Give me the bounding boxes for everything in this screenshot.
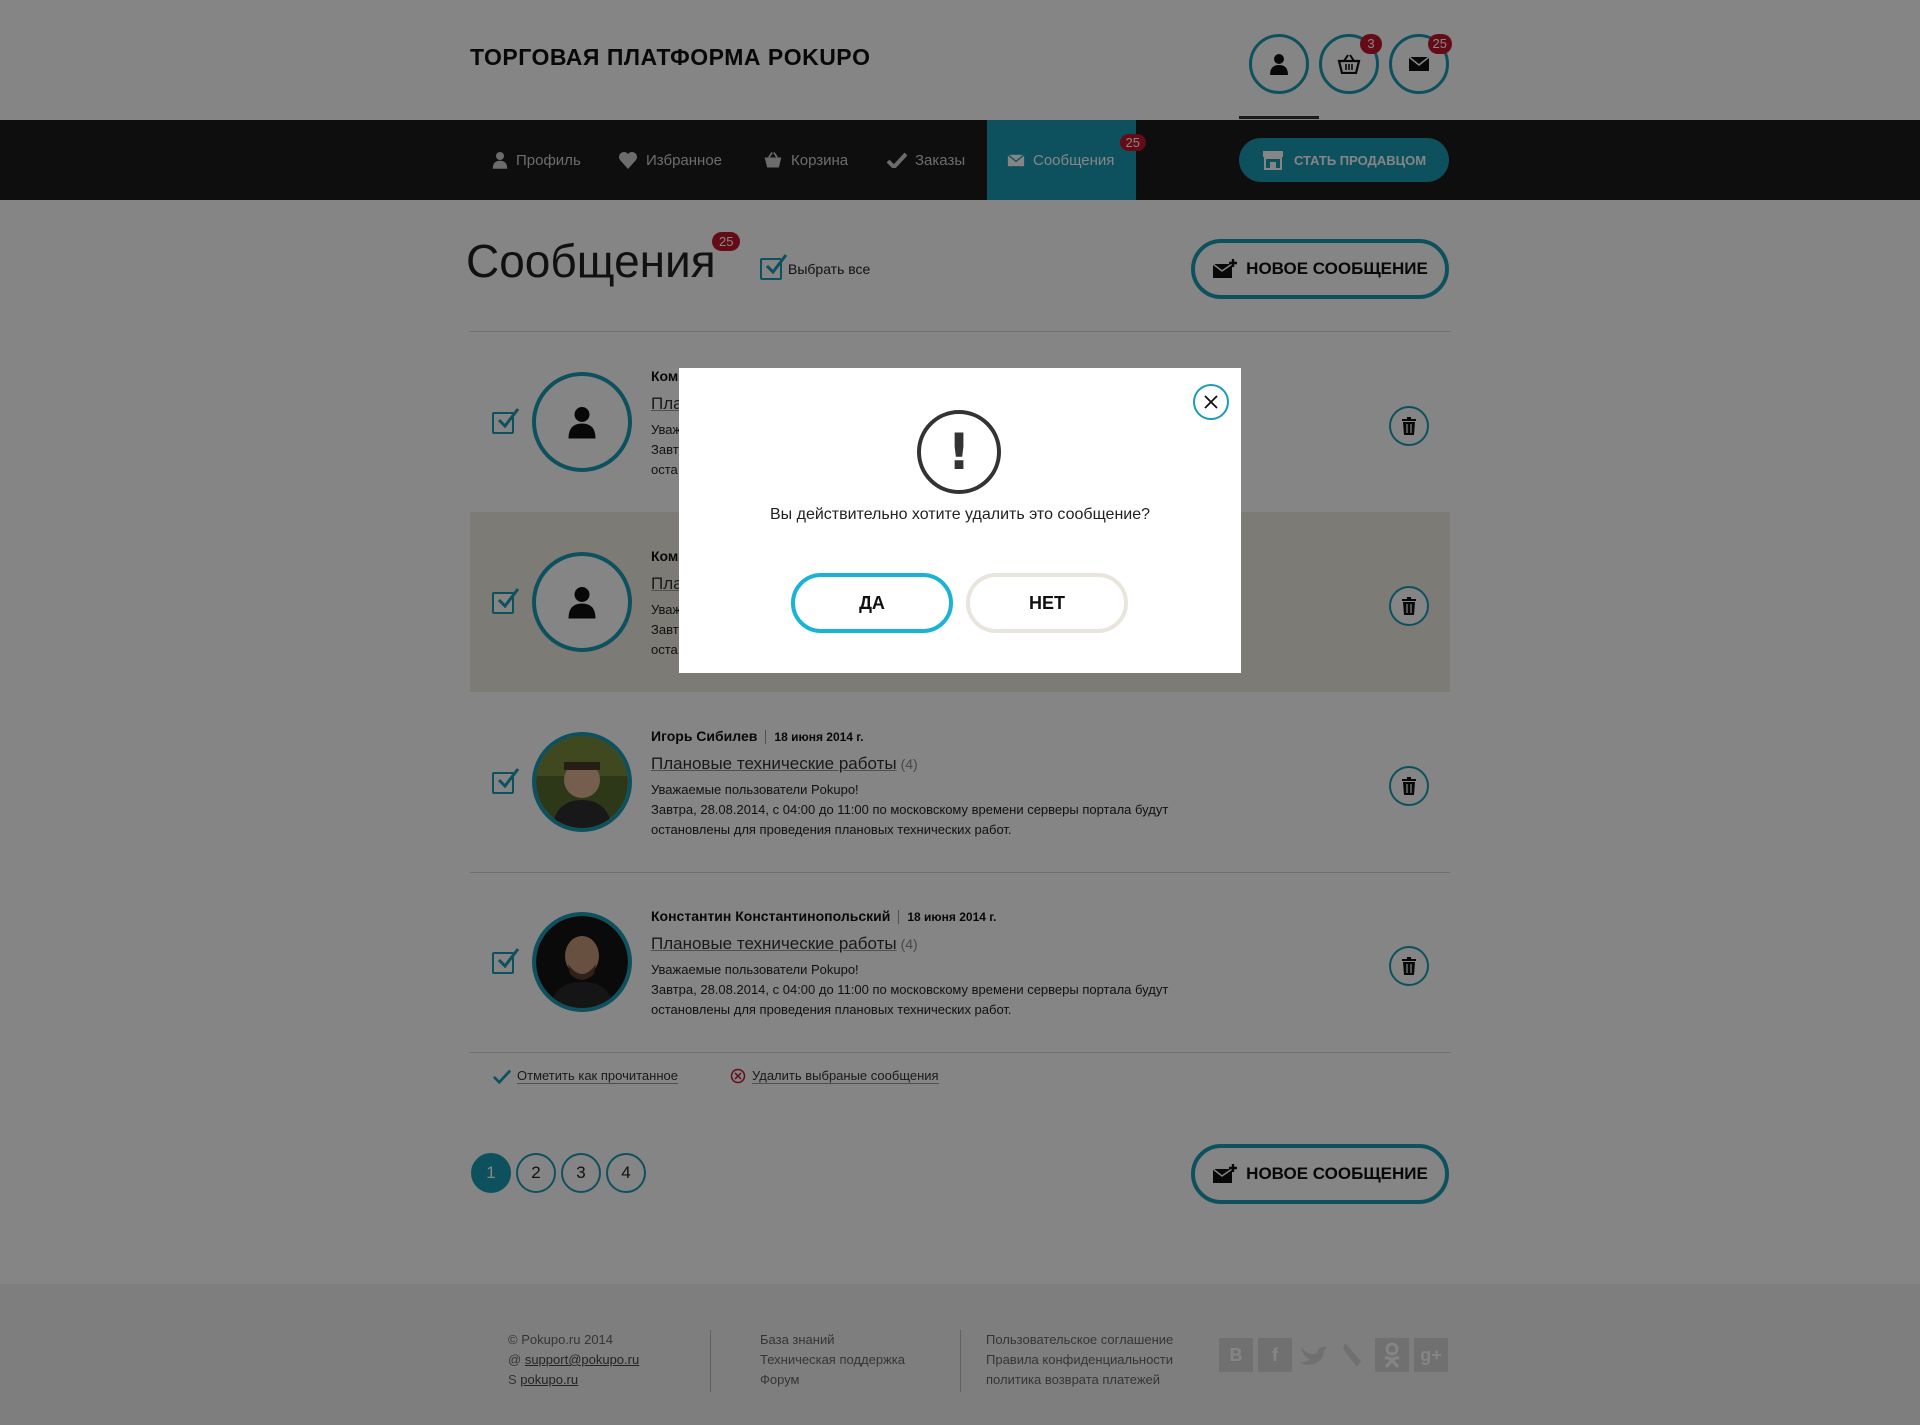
close-icon (1204, 395, 1218, 409)
confirm-delete-dialog: ! Вы действительно хотите удалить это со… (679, 368, 1241, 673)
yes-button[interactable]: ДА (791, 573, 953, 633)
no-button[interactable]: НЕТ (966, 573, 1128, 633)
close-button[interactable] (1193, 384, 1229, 420)
warning-icon: ! (917, 410, 1001, 494)
modal-overlay[interactable] (0, 0, 1920, 1425)
confirm-text: Вы действительно хотите удалить это сооб… (769, 506, 1151, 523)
